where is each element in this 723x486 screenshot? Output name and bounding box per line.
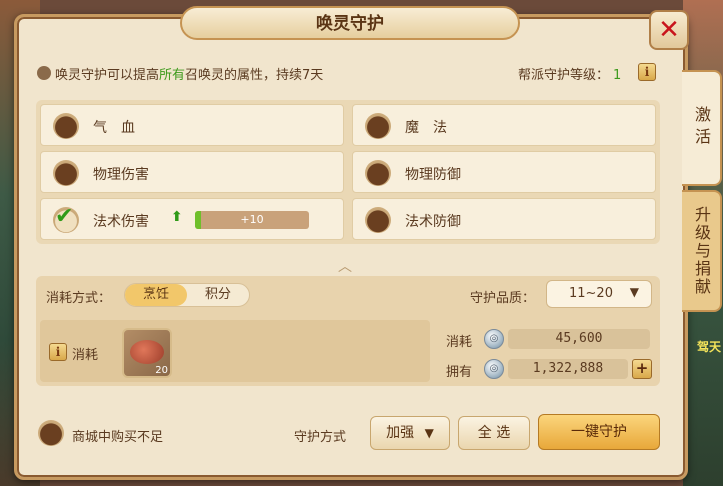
- description-text: 唤灵守护可以提高所有召唤灵的属性，持续7天: [55, 64, 323, 83]
- guard-mode-label: 守护方式: [294, 430, 347, 445]
- plus-icon: +: [635, 359, 649, 377]
- owned-amount-label: 拥有: [446, 365, 473, 380]
- close-icon: ✕: [658, 15, 680, 45]
- quality-select[interactable]: 11~20 ▼: [546, 280, 652, 308]
- radio-icon: [53, 113, 79, 139]
- food-icon: [130, 340, 164, 364]
- guild-level-value: 1: [613, 68, 622, 83]
- cost-mode-toggle: 烹饪 积分: [124, 283, 250, 307]
- progress-bonus-text: +10: [240, 213, 264, 226]
- radio-icon: [365, 160, 391, 186]
- attribute-option-mp[interactable]: 魔 法: [352, 104, 656, 146]
- collapse-chevron-icon[interactable]: ︿: [338, 256, 352, 276]
- guard-panel: [14, 14, 688, 480]
- attribute-label: 气 血: [93, 120, 135, 136]
- consume-info-button[interactable]: i: [49, 343, 67, 361]
- attribute-option-magic-defense[interactable]: 法术防御: [352, 198, 656, 240]
- tab-activate[interactable]: 激活: [682, 70, 722, 186]
- attribute-list: 气 血 魔 法 物理伤害 物理防御 ✔ 法术伤害 ⬆ +10 法术防御: [36, 100, 660, 244]
- guard-mode-select[interactable]: 加强 ▼: [370, 416, 450, 450]
- attribute-label: 魔 法: [405, 120, 447, 136]
- attribute-label: 物理伤害: [93, 167, 149, 183]
- shop-buy-label: 商城中购买不足: [72, 430, 164, 445]
- one-click-guard-button[interactable]: 一键守护: [538, 414, 660, 450]
- guild-level-label: 帮派守护等级：: [518, 68, 610, 83]
- select-all-button[interactable]: 全 选: [458, 416, 530, 450]
- attribute-label: 物理防御: [405, 167, 461, 183]
- silver-coin-icon: ◎: [484, 329, 504, 349]
- cost-mode-points[interactable]: 积分: [187, 284, 249, 306]
- cost-mode-cooking[interactable]: 烹饪: [125, 284, 187, 306]
- description-suffix: 召唤灵的属性，持续7天: [185, 68, 324, 83]
- radio-icon: [365, 113, 391, 139]
- silver-coin-icon: ◎: [484, 359, 504, 379]
- radio-icon: [365, 207, 391, 233]
- attribute-label: 法术伤害: [93, 214, 149, 230]
- attribute-option-physical-damage[interactable]: 物理伤害: [40, 151, 344, 193]
- guild-level: 帮派守护等级： 1: [518, 64, 621, 83]
- close-button[interactable]: ✕: [649, 10, 689, 50]
- radio-icon: [53, 160, 79, 186]
- window-title: 唤灵守护: [180, 6, 520, 40]
- info-icon: i: [644, 65, 650, 79]
- swirl-icon: [37, 66, 51, 80]
- consume-label: 消耗: [72, 348, 99, 363]
- shop-buy-checkbox[interactable]: [38, 420, 64, 446]
- up-arrow-icon: ⬆: [171, 209, 183, 225]
- consume-amount-value: 45,600: [508, 329, 650, 349]
- info-icon: i: [55, 345, 61, 359]
- item-slot-cooking[interactable]: 20: [122, 328, 172, 378]
- checkmark-icon: ✔: [55, 204, 74, 229]
- cost-mode-label: 消耗方式：: [46, 291, 112, 306]
- caret-down-icon: ▼: [629, 285, 639, 299]
- guild-level-info-button[interactable]: i: [638, 63, 656, 81]
- quality-label: 守护品质：: [470, 291, 536, 306]
- attribute-option-magic-damage[interactable]: ✔ 法术伤害 ⬆ +10: [40, 198, 344, 240]
- caret-down-icon: ▼: [424, 426, 434, 440]
- quality-value: 11~20: [569, 286, 613, 301]
- owned-amount-value: 1,322,888: [508, 359, 628, 379]
- add-currency-button[interactable]: +: [632, 359, 652, 379]
- consume-item-area: [40, 320, 430, 382]
- attribute-option-hp[interactable]: 气 血: [40, 104, 344, 146]
- attribute-label: 法术防御: [405, 214, 461, 230]
- consume-amount-label: 消耗: [446, 335, 473, 350]
- description-prefix: 唤灵守护可以提高: [55, 68, 160, 83]
- tab-upgrade-donate[interactable]: 升级与捐献: [682, 190, 722, 312]
- background-text: 驾天: [696, 340, 721, 354]
- attribute-option-physical-defense[interactable]: 物理防御: [352, 151, 656, 193]
- item-count: 20: [155, 365, 168, 376]
- guard-mode-value: 加强: [386, 425, 415, 441]
- description-highlight: 所有: [159, 68, 186, 83]
- attribute-progress-bar: +10: [195, 211, 309, 229]
